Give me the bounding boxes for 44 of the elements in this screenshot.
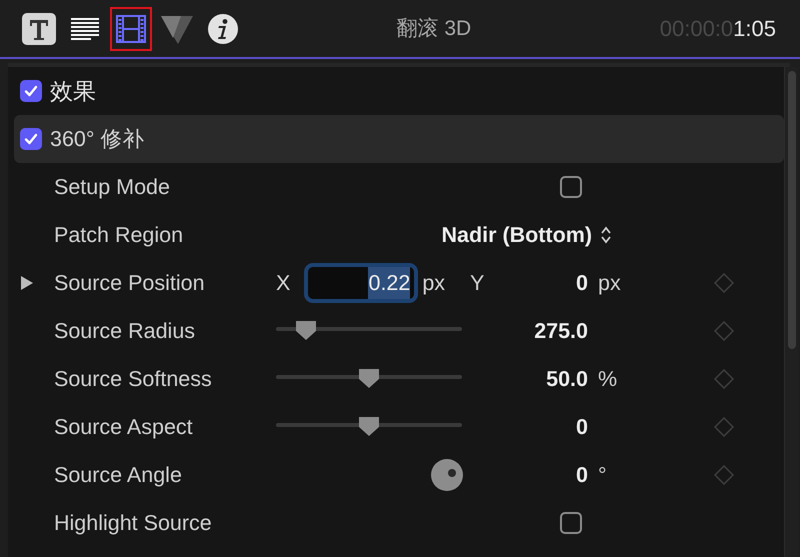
checkbox[interactable] <box>560 512 582 534</box>
disclosure-icon[interactable] <box>20 275 34 291</box>
check-icon <box>24 84 38 98</box>
lines-icon <box>71 16 99 42</box>
checkbox[interactable] <box>20 80 42 102</box>
popup-menu[interactable]: Nadir (Bottom) <box>274 218 628 252</box>
text-icon <box>21 12 57 46</box>
axis-label: X <box>276 270 290 297</box>
check-icon <box>24 132 38 146</box>
parameter-label: Patch Region <box>54 222 184 249</box>
slider-thumb[interactable] <box>294 319 318 341</box>
number-value: 0 <box>575 414 588 441</box>
number-value: 0 <box>576 270 588 297</box>
number-value: 50.0 <box>545 366 588 393</box>
checkbox[interactable] <box>20 128 42 150</box>
scroll-thumb[interactable] <box>788 71 796 349</box>
axis-label: Y <box>469 270 484 297</box>
chevron-updown-icon <box>600 226 612 244</box>
slider-thumb[interactable] <box>357 415 381 437</box>
unit-label: % <box>597 366 618 393</box>
parameter-label: Highlight Source <box>54 510 213 537</box>
inspector-title: 翻滚 3D <box>396 16 472 42</box>
parameter-label: Source Softness <box>54 366 213 393</box>
unit-label: px <box>422 270 446 297</box>
number-value: 275.0 <box>533 318 588 345</box>
number-field[interactable]: 0.22 <box>304 263 418 303</box>
section-title: 效果 <box>50 76 96 106</box>
angle-dial[interactable] <box>430 458 464 492</box>
slider[interactable] <box>276 367 462 391</box>
info-icon <box>207 12 239 44</box>
checkbox[interactable] <box>560 176 582 198</box>
parameter-label: Source Aspect <box>54 414 194 441</box>
slider-thumb[interactable] <box>357 367 381 389</box>
unit-label: ° <box>597 462 608 489</box>
parameter-label: Source Radius <box>54 318 196 345</box>
effect-title: 360° 修补 <box>50 126 144 153</box>
unit-label: px <box>597 270 622 297</box>
slider[interactable] <box>276 415 462 439</box>
parameter-label: Source Angle <box>54 462 183 489</box>
parameter-label: Setup Mode <box>54 174 171 201</box>
slider[interactable] <box>276 319 462 343</box>
number-value: 0 <box>575 462 588 489</box>
film-icon <box>116 14 146 44</box>
parameter-label: Source Position <box>54 270 206 297</box>
